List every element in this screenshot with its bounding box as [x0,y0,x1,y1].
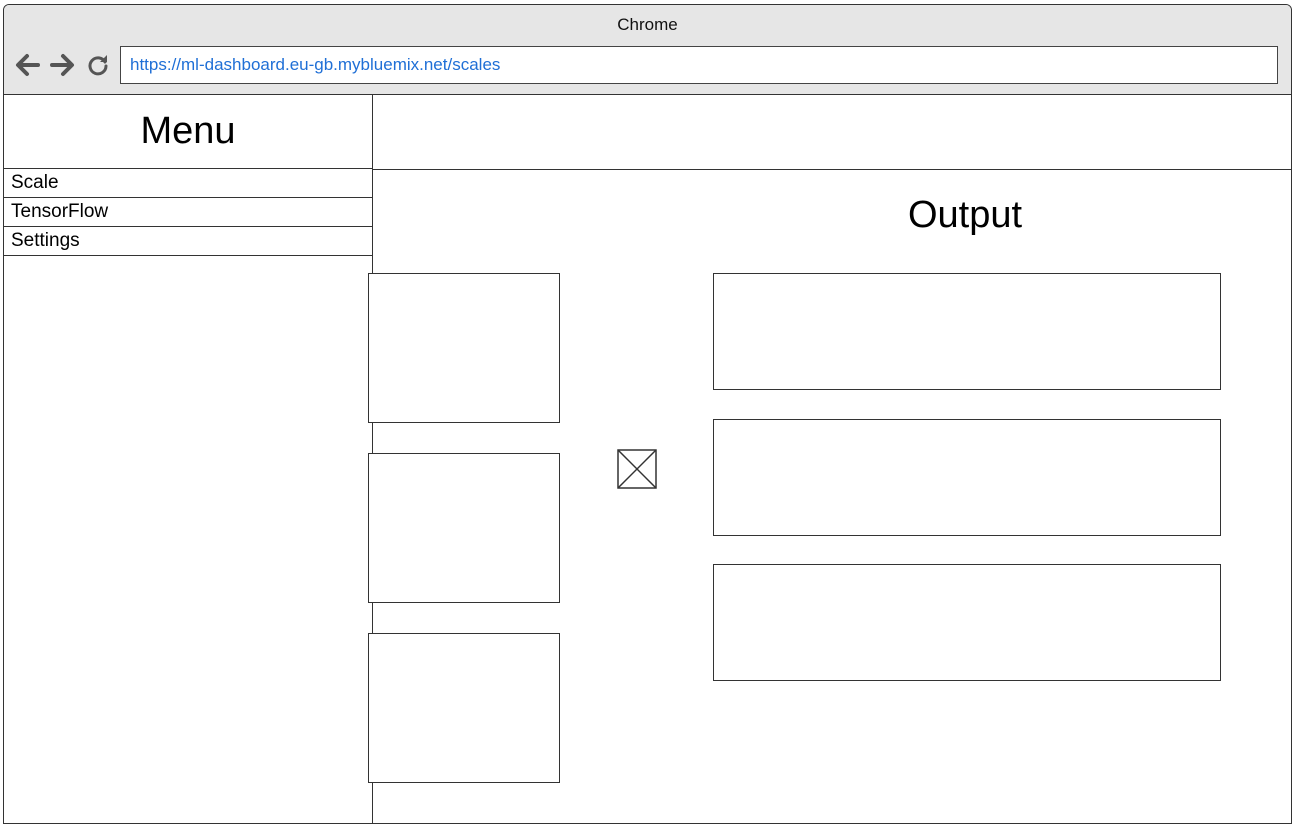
input-panel-1[interactable] [368,273,560,423]
output-title: Output [907,194,1023,236]
address-bar[interactable]: https://ml-dashboard.eu-gb.mybluemix.net… [120,46,1278,84]
output-panel-3 [713,564,1221,681]
reload-button[interactable] [84,51,112,79]
menu-item-scale[interactable]: Scale [4,169,372,198]
reload-icon [88,55,108,76]
output-panel-2 [713,419,1221,536]
content-header [373,95,1291,170]
browser-titlebar: Chrome https://ml-dashboard.eu-gb.myblue… [4,5,1291,95]
input-panel-3[interactable] [368,633,560,783]
arrow-left-icon [16,54,40,76]
menu-item-tensorflow[interactable]: TensorFlow [4,198,372,227]
menu-title: Menu [4,95,372,169]
forward-button[interactable] [49,51,77,79]
input-panel-2[interactable] [368,453,560,603]
sidebar: Menu Scale TensorFlow Settings [4,95,373,823]
menu-item-settings[interactable]: Settings [4,227,372,256]
image-placeholder-icon [617,449,657,489]
menu-list: Scale TensorFlow Settings [4,169,372,256]
browser-window: Chrome https://ml-dashboard.eu-gb.myblue… [3,4,1292,824]
back-button[interactable] [13,51,41,79]
window-title: Chrome [617,15,678,34]
url-text: https://ml-dashboard.eu-gb.mybluemix.net… [130,55,501,74]
output-panel-1 [713,273,1221,390]
arrow-right-icon [50,54,74,76]
